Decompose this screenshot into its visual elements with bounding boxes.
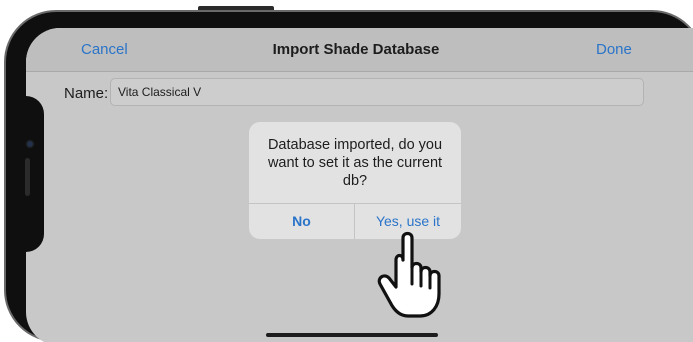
name-label: Name: (64, 85, 109, 102)
camera-icon (27, 141, 33, 147)
alert-message: Database imported, do you want to set it… (267, 137, 443, 189)
stage: Cancel Import Shade Database Done Name: … (0, 0, 693, 342)
no-button[interactable]: No (249, 204, 354, 239)
page-title: Import Shade Database (272, 41, 440, 58)
navigation-bar: Cancel Import Shade Database Done (26, 28, 693, 72)
name-field[interactable]: Vita Classical V (110, 78, 644, 106)
home-indicator (266, 333, 438, 337)
hand-pointer-icon (377, 231, 441, 318)
speaker-grille (25, 158, 30, 196)
confirm-alert: Database imported, do you want to set it… (249, 122, 461, 239)
done-button[interactable]: Done (596, 41, 632, 58)
phone-screen: Cancel Import Shade Database Done Name: … (26, 28, 693, 342)
